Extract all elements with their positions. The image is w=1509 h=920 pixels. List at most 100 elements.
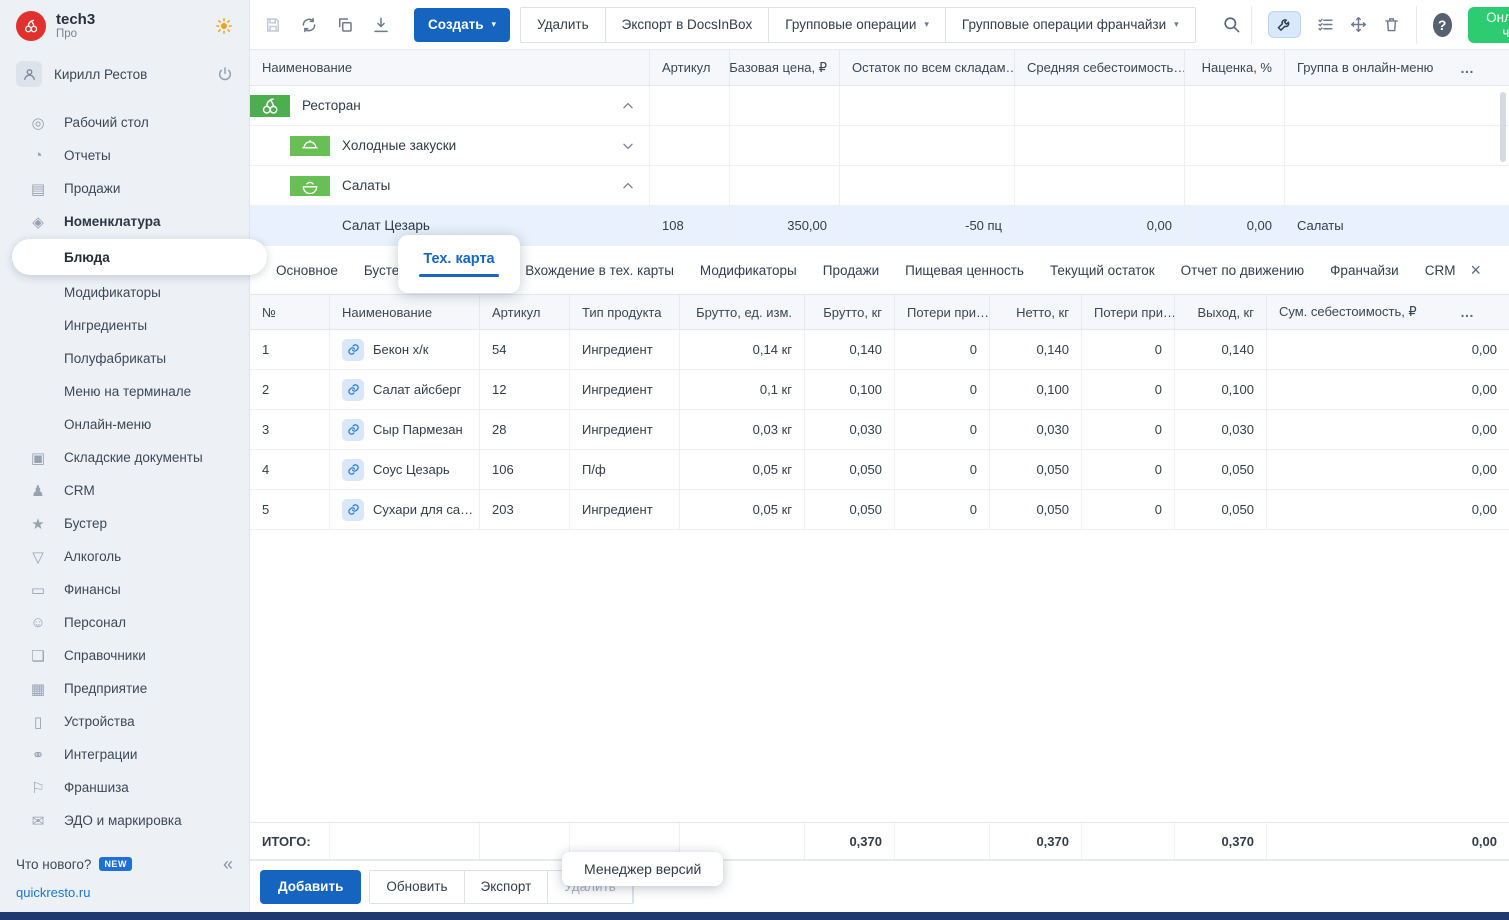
sidebar-item-франшиза[interactable]: ⚐ Франшиза bbox=[0, 771, 249, 804]
tech-card-row[interactable]: 3 Сыр Пармезан 28 Ингредиент 0,03 кг 0,0… bbox=[250, 410, 1509, 450]
online-chat-button[interactable]: Онлайн-чат bbox=[1468, 7, 1509, 43]
loss-before-cell: 0 bbox=[895, 330, 990, 369]
sidebar-item-label: CRM bbox=[64, 483, 95, 498]
tab[interactable]: Отчет по движению bbox=[1181, 263, 1305, 278]
collapse-sidebar-icon[interactable]: « bbox=[223, 854, 233, 875]
group-name: Ресторан bbox=[290, 98, 361, 113]
sidebar-item-бустер[interactable]: ★ Бустер bbox=[0, 507, 249, 540]
sidebar-item-складские-документы[interactable]: ▣ Складские документы bbox=[0, 441, 249, 474]
create-button[interactable]: Создать ▾ bbox=[414, 8, 510, 42]
sidebar-item-онлайн-меню[interactable]: Онлайн-меню bbox=[0, 408, 249, 441]
empty-cell bbox=[1015, 166, 1185, 205]
save-icon[interactable] bbox=[264, 16, 282, 34]
group-operations-button[interactable]: Групповые операции ▾ bbox=[769, 8, 946, 42]
sidebar-item-блюда[interactable]: Блюда bbox=[12, 239, 267, 275]
export-button[interactable]: Экспорт bbox=[465, 871, 549, 903]
item-name[interactable]: Салат Цезарь bbox=[250, 218, 430, 233]
add-button[interactable]: Добавить bbox=[260, 870, 361, 904]
group-operations-franchise-button[interactable]: Групповые операции франчайзи ▾ bbox=[946, 8, 1195, 42]
restaurant-group-icon bbox=[250, 95, 290, 117]
refresh-button[interactable]: Обновить bbox=[370, 871, 464, 903]
move-icon[interactable] bbox=[1350, 16, 1367, 33]
cost-cell: 0,00 bbox=[1267, 370, 1509, 409]
chevron-down-icon[interactable] bbox=[621, 139, 635, 153]
sidebar-item-меню-на-терминале[interactable]: Меню на терминале bbox=[0, 375, 249, 408]
tools-icon[interactable] bbox=[1268, 11, 1301, 38]
sidebar-item-полуфабрикаты[interactable]: Полуфабрикаты bbox=[0, 342, 249, 375]
ingredient-name[interactable]: Соус Цезарь bbox=[373, 462, 450, 477]
chevron-up-icon[interactable] bbox=[621, 179, 635, 193]
tab[interactable]: Вхождение в тех. карты bbox=[525, 263, 674, 278]
sidebar-item-ингредиенты[interactable]: Ингредиенты bbox=[0, 309, 249, 342]
link-icon[interactable] bbox=[342, 499, 364, 521]
sidebar-item-интеграции[interactable]: ⚭ Интеграции bbox=[0, 738, 249, 771]
chevron-up-icon[interactable] bbox=[621, 99, 635, 113]
link-icon[interactable] bbox=[342, 459, 364, 481]
sidebar-item-рабочий-стол[interactable]: ◎ Рабочий стол bbox=[0, 106, 249, 139]
tab[interactable]: Пищевая ценность bbox=[905, 263, 1024, 278]
empty-cell bbox=[730, 166, 840, 205]
download-icon[interactable] bbox=[372, 16, 390, 34]
catalog-group-row-restaurant[interactable]: Ресторан bbox=[250, 86, 1509, 126]
ingredient-name[interactable]: Салат айсберг bbox=[373, 382, 461, 397]
column-settings-button[interactable]: … bbox=[1460, 50, 1475, 85]
column-settings-button[interactable]: … bbox=[1460, 295, 1475, 329]
sidebar-item-алкоголь[interactable]: ▽ Алкоголь bbox=[0, 540, 249, 573]
catalog-group-row-cold-appetizers[interactable]: Холодные закуски bbox=[250, 126, 1509, 166]
link-icon[interactable] bbox=[342, 419, 364, 441]
sidebar-item-отчеты[interactable]: ◔ Отчеты bbox=[0, 139, 249, 172]
sidebar-item-предприятие[interactable]: ▦ Предприятие bbox=[0, 672, 249, 705]
link-icon[interactable] bbox=[342, 379, 364, 401]
sidebar-item-номенклатура[interactable]: ◈ Номенклатура bbox=[0, 205, 249, 238]
tech-card-row[interactable]: 5 Сухари для са… 203 Ингредиент 0,05 кг … bbox=[250, 490, 1509, 530]
sidebar-item-эдо-и-маркировка[interactable]: ✉ ЭДО и маркировка bbox=[0, 804, 249, 837]
close-icon[interactable]: × bbox=[1470, 261, 1481, 279]
whats-new-link[interactable]: Что нового? bbox=[16, 857, 91, 872]
catalog-group-row-salads[interactable]: Салаты bbox=[250, 166, 1509, 206]
ingredient-name[interactable]: Бекон х/к bbox=[373, 342, 428, 357]
tab[interactable]: Модификаторы bbox=[700, 263, 797, 278]
logout-power-icon[interactable] bbox=[217, 66, 233, 82]
sidebar-item-label: Номенклатура bbox=[64, 214, 161, 229]
net-kg-cell: 0,050 bbox=[990, 450, 1082, 489]
copy-icon[interactable] bbox=[336, 16, 354, 34]
tech-card-row[interactable]: 1 Бекон х/к 54 Ингредиент 0,14 кг 0,140 … bbox=[250, 330, 1509, 370]
refresh-icon[interactable] bbox=[300, 16, 318, 34]
sidebar-item-устройства[interactable]: ▯ Устройства bbox=[0, 705, 249, 738]
version-manager-button[interactable]: Менеджер версий bbox=[562, 852, 723, 886]
ingredient-name-cell: Соус Цезарь bbox=[330, 450, 480, 489]
user-row[interactable]: Кирилл Рестов bbox=[0, 52, 249, 96]
empty-cell bbox=[1185, 166, 1285, 205]
delete-button[interactable]: Удалить bbox=[521, 8, 606, 42]
search-icon[interactable] bbox=[1222, 15, 1241, 34]
sidebar-item-персонал[interactable]: ☺ Персонал bbox=[0, 606, 249, 639]
tech-card-row[interactable]: 2 Салат айсберг 12 Ингредиент 0,1 кг 0,1… bbox=[250, 370, 1509, 410]
ingredient-name[interactable]: Сыр Пармезан bbox=[373, 422, 463, 437]
ingredient-name-cell: Сухари для са… bbox=[330, 490, 480, 529]
link-icon[interactable] bbox=[342, 339, 364, 361]
tab[interactable]: CRM bbox=[1425, 263, 1456, 278]
sidebar-item-справочники[interactable]: ❏ Справочники bbox=[0, 639, 249, 672]
tech-card-row[interactable]: 4 Соус Цезарь 106 П/ф 0,05 кг 0,050 0 0,… bbox=[250, 450, 1509, 490]
sidebar-item-финансы[interactable]: ▭ Финансы bbox=[0, 573, 249, 606]
sidebar-item-crm[interactable]: ♟ CRM bbox=[0, 474, 249, 507]
export-docsinbox-button[interactable]: Экспорт в DocsInBox bbox=[606, 8, 770, 42]
vertical-scrollbar[interactable] bbox=[1500, 92, 1506, 162]
whats-new-row: Что нового? NEW « bbox=[16, 851, 233, 877]
tab[interactable]: Текущий остаток bbox=[1050, 263, 1155, 278]
active-tab-highlight[interactable]: Тех. карта bbox=[398, 235, 520, 293]
output-kg-cell: 0,030 bbox=[1175, 410, 1267, 449]
help-button[interactable]: ? bbox=[1433, 13, 1452, 37]
site-link[interactable]: quickresto.ru bbox=[16, 885, 233, 900]
ingredient-name[interactable]: Сухари для са… bbox=[373, 502, 473, 517]
tab[interactable]: Продажи bbox=[823, 263, 879, 278]
sidebar-item-модификаторы[interactable]: Модификаторы bbox=[0, 276, 249, 309]
trash-icon[interactable] bbox=[1383, 16, 1400, 33]
tab[interactable]: Франчайзи bbox=[1330, 263, 1399, 278]
markup-cell: 0,00 bbox=[1185, 206, 1285, 245]
theme-toggle-sun-icon[interactable] bbox=[215, 17, 233, 35]
tab[interactable]: Основное bbox=[276, 263, 338, 278]
row-number: 4 bbox=[250, 450, 330, 489]
sidebar-item-продажи[interactable]: ▤ Продажи bbox=[0, 172, 249, 205]
checklist-icon[interactable] bbox=[1317, 16, 1334, 33]
